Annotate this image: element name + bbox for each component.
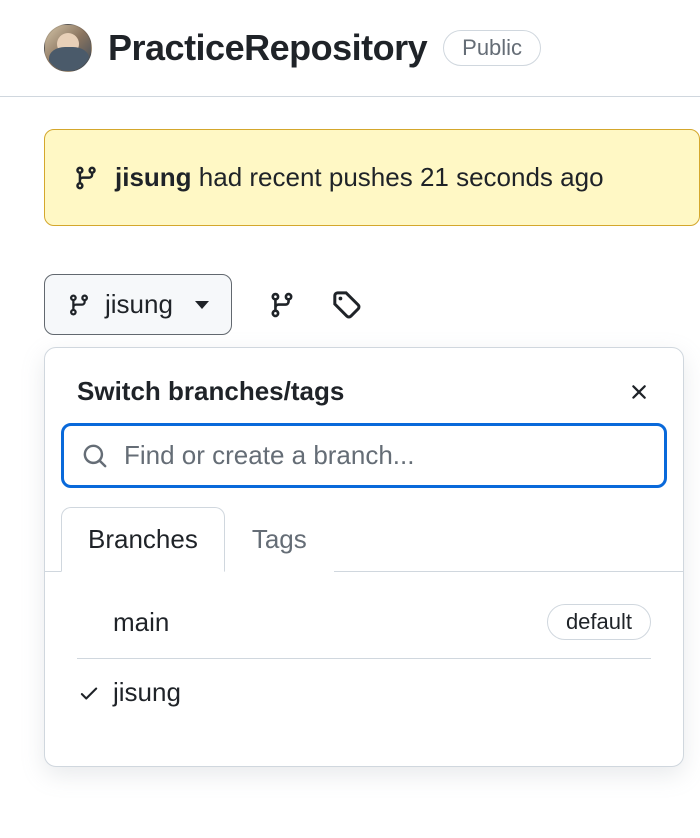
- branch-item-jisung[interactable]: jisung: [77, 659, 651, 726]
- check-icon: [77, 682, 101, 704]
- close-button[interactable]: [627, 380, 651, 404]
- search-box[interactable]: [61, 423, 667, 488]
- tab-branches[interactable]: Branches: [61, 507, 225, 572]
- branch-item-main[interactable]: main default: [77, 586, 651, 659]
- popover-tabs: Branches Tags: [45, 506, 683, 572]
- visibility-badge: Public: [443, 30, 541, 66]
- repo-name[interactable]: PracticeRepository: [108, 27, 427, 69]
- caret-down-icon: [195, 301, 209, 309]
- tags-link[interactable]: [332, 290, 362, 320]
- popover-title: Switch branches/tags: [77, 376, 344, 407]
- branch-bar: jisung: [44, 274, 700, 335]
- recent-push-alert: jisung had recent pushes 21 seconds ago: [44, 129, 700, 226]
- git-branch-icon: [73, 164, 99, 192]
- branch-search-input[interactable]: [124, 440, 646, 471]
- alert-suffix: had recent pushes 21 seconds ago: [192, 162, 604, 192]
- branches-link[interactable]: [268, 290, 296, 320]
- branch-selector-button[interactable]: jisung: [44, 274, 232, 335]
- repo-header: PracticeRepository Public: [0, 0, 700, 97]
- branch-item-label: jisung: [113, 677, 651, 708]
- branch-item-label: main: [113, 607, 535, 638]
- alert-text: jisung had recent pushes 21 seconds ago: [115, 162, 604, 193]
- popover-header: Switch branches/tags: [45, 348, 683, 423]
- alert-branch-name: jisung: [115, 162, 192, 192]
- git-branch-icon: [67, 292, 91, 318]
- branch-switcher-popover: Switch branches/tags Branches Tags m: [44, 347, 684, 767]
- tab-tags[interactable]: Tags: [225, 507, 334, 572]
- search-icon: [82, 443, 108, 469]
- close-icon: [627, 380, 651, 404]
- default-badge: default: [547, 604, 651, 640]
- search-wrap: [45, 423, 683, 506]
- branch-list: main default jisung: [45, 572, 683, 766]
- owner-avatar[interactable]: [44, 24, 92, 72]
- branch-selector-label: jisung: [105, 289, 173, 320]
- repo-content: jisung had recent pushes 21 seconds ago …: [0, 97, 700, 767]
